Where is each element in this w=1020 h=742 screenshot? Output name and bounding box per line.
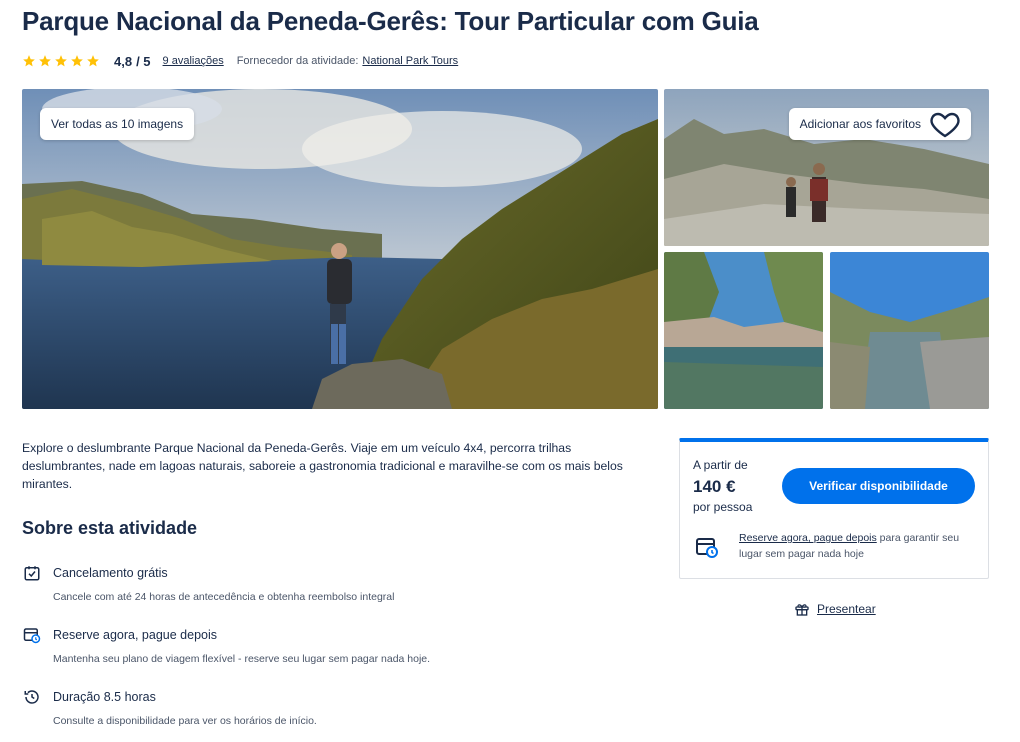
natural-pool-photo[interactable] bbox=[664, 252, 823, 409]
add-to-favorites-button[interactable]: Adicionar aos favoritos bbox=[788, 108, 971, 140]
rating-row: 4,8 / 5 9 avaliações Fornecedor da ativi… bbox=[22, 52, 458, 70]
view-all-images-button[interactable]: Ver todas as 10 imagens bbox=[40, 108, 195, 140]
photo-gallery: Ver todas as 10 imagens Adicionar aos fa… bbox=[22, 89, 989, 409]
calendar-clock-icon bbox=[22, 626, 42, 644]
star-icon bbox=[23, 55, 35, 67]
calendar-check-icon bbox=[22, 564, 42, 582]
price-from-label: A partir de bbox=[693, 458, 748, 472]
price-value: 140 € bbox=[693, 477, 736, 496]
gift-icon bbox=[795, 604, 809, 616]
star-icon bbox=[39, 55, 51, 67]
star-icon bbox=[71, 55, 83, 67]
star-icon bbox=[55, 55, 67, 67]
price-per-person: por pessoa bbox=[693, 500, 753, 514]
star-icon bbox=[87, 55, 99, 67]
reviews-link[interactable]: 9 avaliações bbox=[163, 55, 224, 67]
booking-panel: A partir de 140 € por pessoa Verificar d… bbox=[679, 438, 989, 579]
heart-icon bbox=[930, 112, 960, 138]
feature-duration: Duração 8.5 horas Consulte a disponibili… bbox=[22, 688, 622, 727]
check-availability-button[interactable]: Verificar disponibilidade bbox=[782, 468, 975, 504]
feature-text: Consulte a disponibilidade para ver os h… bbox=[53, 715, 317, 727]
gift-button[interactable]: Presentear bbox=[794, 600, 876, 618]
natural-pool-image bbox=[664, 252, 823, 409]
add-to-favorites-label: Adicionar aos favoritos bbox=[799, 117, 921, 131]
rating-value: 4,8 bbox=[114, 53, 133, 69]
activity-description: Explore o deslumbrante Parque Nacional d… bbox=[22, 441, 623, 491]
feature-title: Duração 8.5 horas bbox=[53, 690, 156, 704]
rating-stars bbox=[22, 54, 100, 68]
feature-title: Reserve agora, pague depois bbox=[53, 628, 218, 642]
calendar-clock-icon bbox=[695, 535, 719, 559]
river-photo[interactable] bbox=[830, 252, 989, 409]
main-photo[interactable]: Ver todas as 10 imagens bbox=[22, 89, 658, 409]
about-section-title: Sobre esta atividade bbox=[22, 518, 198, 538]
feature-title: Cancelamento grátis bbox=[53, 566, 168, 580]
supplier-label: Fornecedor da atividade: bbox=[236, 55, 359, 67]
feature-text: Cancele com até 24 horas de antecedência… bbox=[53, 591, 395, 603]
history-clock-icon bbox=[22, 688, 42, 706]
river-image bbox=[830, 252, 989, 409]
page-title: Parque Nacional da Peneda-Gerês: Tour Pa… bbox=[22, 6, 759, 36]
feature-text: Mantenha seu plano de viagem flexível - … bbox=[53, 653, 431, 665]
supplier-link[interactable]: National Park Tours bbox=[362, 55, 458, 67]
rating-max: / 5 bbox=[136, 53, 151, 69]
reserve-note: Reserve agora, pague depois para garanti… bbox=[695, 530, 985, 562]
hikers-photo[interactable]: Adicionar aos favoritos bbox=[664, 89, 989, 246]
gift-label: Presentear bbox=[817, 602, 876, 616]
reserve-now-pay-later-link[interactable]: Reserve agora, pague depois bbox=[739, 532, 877, 544]
feature-reserve-now: Reserve agora, pague depois Mantenha seu… bbox=[22, 626, 622, 665]
feature-free-cancellation: Cancelamento grátis Cancele com até 24 h… bbox=[22, 564, 622, 603]
